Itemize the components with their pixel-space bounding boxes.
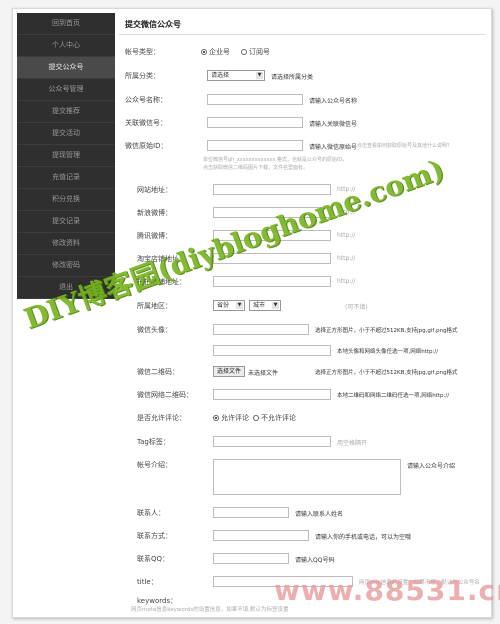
main-content: 提交微信公众号 帐号类型： 企业号 订阅号 所属分类： 请选择 ▼ 请选择所属分类… [119,13,485,613]
intro-textarea[interactable] [213,459,401,495]
watermark-number: www.88531.cn [274,574,500,607]
tags-label: Tag标签： [137,438,170,446]
tencent-weibo-hint: http:// [337,232,356,239]
page-title: 提交微信公众号 [119,13,485,35]
qq-input[interactable] [213,553,289,564]
qrcode-url-input[interactable] [213,389,331,400]
region-label: 所属地区： [137,302,172,310]
wechat-id-hint: 请输入关联微信号 [309,121,358,128]
qq-label: 联系QQ： [137,555,170,563]
contact-label: 联系人： [137,509,165,517]
intro-label: 帐号介绍： [137,461,172,469]
chevron-down-icon: ▼ [236,302,243,309]
sidebar-item-submit-account[interactable]: 提交公众号 [17,57,115,79]
account-type-label: 帐号类型： [125,48,160,56]
taobao-hint: http:// [337,255,356,262]
contact-method-hint: 请输入你的手机或电话，可以为空哦 [315,534,412,541]
radio-icon [241,49,247,55]
original-id-help-link[interactable]: 点击查看如何获取原始号及其他什么说明？ [357,142,452,149]
tags-input[interactable] [213,436,331,447]
category-hint: 请选择所属分类 [271,74,314,81]
avatar-file-input[interactable] [213,324,309,335]
radio-enterprise[interactable]: 企业号 [201,47,230,57]
sidebar-item-profile[interactable]: 个人中心 [17,35,115,57]
radio-icon [253,415,259,421]
tencent-weibo-label: 腾讯微博： [137,232,172,240]
contact-input[interactable] [213,507,289,518]
contact-hint: 请输入联系人姓名 [295,511,344,518]
title-label: title： [137,578,158,586]
sidebar-item-submit-activity[interactable]: 提交活动 [17,123,115,145]
sidebar-item-withdraw[interactable]: 提现管理 [17,145,115,167]
sidebar-item-edit-profile[interactable]: 修改资料 [17,233,115,255]
choose-file-button[interactable]: 选择文件 [213,366,246,377]
province-select[interactable]: 省份 ▼ [213,300,245,311]
sidebar-item-account-manage[interactable]: 公众号管理 [17,79,115,101]
name-input[interactable] [207,94,303,105]
original-id-input[interactable] [207,140,303,151]
avatar-url-hint: 本地头像和网络头像任选一项,网络http:// [337,349,439,355]
qq-hint: 请输入QQ号码 [295,557,335,564]
radio-icon [201,49,207,55]
qrcode-label: 微信二维码： [137,368,179,376]
qrcode-hint: 选择正方形图片，小于不超过512KB,支持jpg,gif,png格式 [315,370,458,376]
qrcode-url-label: 微信网络二维码： [137,391,193,399]
original-id-label: 微信原始ID： [125,142,168,150]
file-status: 未选择文件 [248,370,279,377]
keywords-hint: 网页meta信息keywords的设置信息，如果不填,默认为标签设置 [131,607,289,613]
avatar-url-input[interactable] [213,345,331,356]
sidebar-item-home[interactable]: 回到首页 [17,13,115,35]
sina-weibo-label: 新浪微博： [137,209,172,217]
website-label: 网站地址： [137,186,172,194]
original-id-hint: 请输入微信原始号 [309,144,358,151]
sidebar-item-points[interactable]: 积分兑换 [17,189,115,211]
region-hint: (可不填) [345,304,368,311]
category-label: 所属分类： [125,72,160,80]
paipai-hint: http:// [337,278,356,285]
name-hint: 请输入公众号名称 [309,98,358,105]
original-id-note-1: 单位微信号gh_xxxxxxxxxxxxx 格式，也就是公众号的原始ID， [203,157,348,163]
qrcode-url-hint: 本地二维码和网络二维码任选一项,网络http:// [337,393,450,399]
sidebar-item-recharge[interactable]: 充值记录 [17,167,115,189]
contact-method-label: 联系方式： [137,532,172,540]
category-select[interactable]: 请选择 ▼ [207,70,265,81]
radio-disallow-comment[interactable]: 不允许评论 [253,413,296,423]
comment-label: 是否允许评论： [137,414,186,422]
city-select[interactable]: 城市 ▼ [249,300,281,311]
radio-subscription[interactable]: 订阅号 [241,47,270,57]
sidebar-item-submit-records[interactable]: 提交记录 [17,211,115,233]
name-label: 公众号名称： [125,96,167,104]
chevron-down-icon: ▼ [272,302,279,309]
wechat-id-input[interactable] [207,117,303,128]
radio-allow-comment[interactable]: 允许评论 [213,413,249,423]
tags-hint: 用空格隔开 [337,440,368,447]
original-id-note-2: 点击获取微信二维码图片下载，文件名里面有。 [203,165,309,171]
chevron-down-icon: ▼ [256,72,263,79]
sidebar: 回到首页 个人中心 提交公众号 公众号管理 提交推荐 提交活动 提现管理 充值记… [17,13,115,299]
sidebar-item-submit-recommend[interactable]: 提交推荐 [17,101,115,123]
contact-method-input[interactable] [213,530,309,541]
wechat-id-label: 关联微信号： [125,119,167,127]
avatar-label: 微信头像： [137,326,172,334]
radio-icon [213,415,219,421]
paipai-input[interactable] [213,276,331,287]
avatar-hint: 选择正方形图片，小于不超过512KB,支持jpg,gif,png格式 [315,328,458,334]
intro-hint: 请输入公众号介绍 [407,463,456,470]
